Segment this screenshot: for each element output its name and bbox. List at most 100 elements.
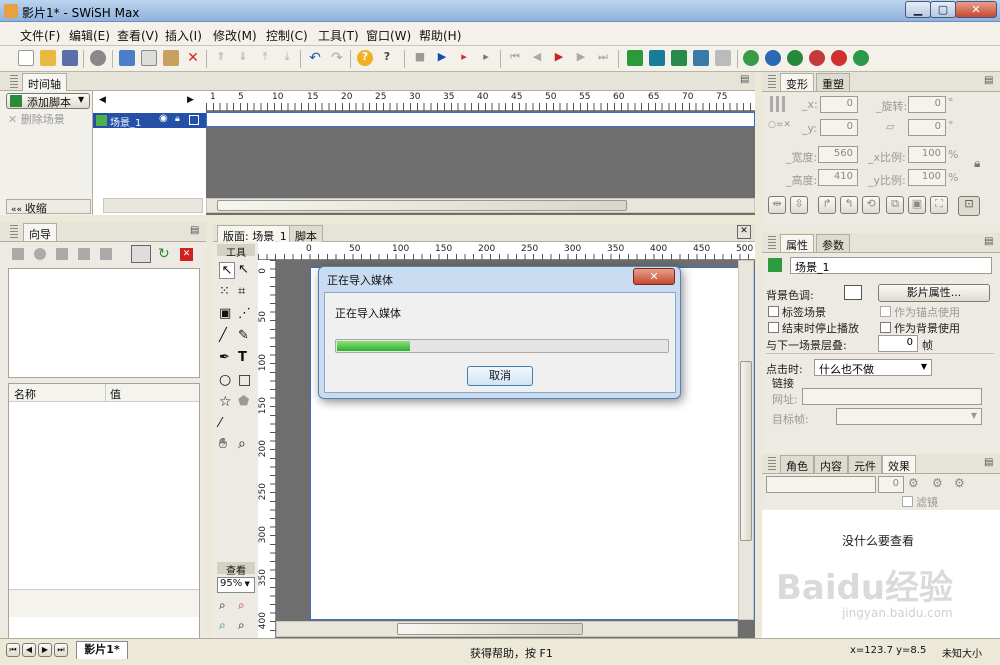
wizard-properties-table[interactable]: 名称 值 <box>8 383 200 639</box>
panel-grip[interactable] <box>10 75 18 89</box>
wizard-copy-icon[interactable] <box>100 248 112 260</box>
open-icon[interactable] <box>40 50 56 66</box>
menu-tools[interactable]: 工具(T) <box>318 27 359 44</box>
document-tab[interactable]: 影片1* <box>76 641 128 659</box>
effect-blur-icon[interactable] <box>831 50 847 66</box>
current-frame-icon[interactable]: ▶ <box>551 50 567 66</box>
stage-vscroll-thumb[interactable] <box>740 361 752 541</box>
wizard-shape-icon[interactable] <box>34 248 46 260</box>
insert-scene-icon[interactable] <box>627 50 643 66</box>
close-stage-icon[interactable]: ✕ <box>737 225 751 239</box>
filter-checkbox[interactable] <box>902 496 913 507</box>
cancel-button[interactable]: 取消 <box>467 366 533 386</box>
flip-h-icon[interactable]: ⇹ <box>768 196 786 214</box>
reshape-tool-icon[interactable]: ⌗ <box>238 284 245 299</box>
anchor-checkbox[interactable] <box>880 306 891 317</box>
menu-window[interactable]: 窗口(W) <box>366 27 411 44</box>
wizard-group-icon[interactable] <box>56 248 68 260</box>
panel-menu-icon[interactable]: ▤ <box>190 225 199 236</box>
effect-move-icon[interactable] <box>853 50 869 66</box>
tab-reshape[interactable]: 重塑 <box>816 73 850 91</box>
scroll-left-icon[interactable]: ◀ <box>99 95 106 105</box>
tab-transform[interactable]: 变形 <box>780 73 814 91</box>
rotate-cw-icon[interactable]: ↱ <box>818 196 836 214</box>
zoom-out-icon[interactable]: ⌕ <box>238 618 245 633</box>
eye-icon[interactable]: ◉ <box>159 113 168 124</box>
new-icon[interactable] <box>18 50 34 66</box>
move-up-icon[interactable]: ⇑ <box>213 50 229 66</box>
bg-color-swatch[interactable] <box>844 285 862 300</box>
rotate-ccw-icon[interactable]: ↰ <box>840 196 858 214</box>
collapse-button[interactable]: «« 收缩 <box>6 199 91 215</box>
context-help-icon[interactable]: ? <box>379 50 395 66</box>
fit-transform-icon[interactable]: ⛶ <box>930 196 948 214</box>
eyedropper-tool-icon[interactable]: ⁄ <box>219 416 221 431</box>
panel-grip[interactable] <box>768 75 776 89</box>
send-back-icon[interactable]: ⤓ <box>279 50 295 66</box>
cut-icon[interactable] <box>119 50 135 66</box>
play-timeline-icon[interactable]: ▸ <box>456 50 472 66</box>
on-click-select[interactable]: 什么也不做 ▼ <box>814 359 932 376</box>
scroll-right-icon[interactable]: ▶ <box>187 95 194 105</box>
next-tab-icon[interactable]: ▶ <box>38 643 52 657</box>
copy-transform-icon[interactable]: ⧉ <box>886 196 904 214</box>
stage-hscrollbar[interactable] <box>276 621 738 637</box>
effect-remove-icon[interactable]: ⚙ <box>954 476 965 490</box>
panel-grip[interactable] <box>10 225 18 239</box>
bring-front-icon[interactable]: ⤒ <box>257 50 273 66</box>
stage-hscroll-thumb[interactable] <box>397 623 583 635</box>
scene-name-field[interactable]: 场景_1 <box>790 257 992 274</box>
first-tab-icon[interactable]: ⏮ <box>6 643 20 657</box>
line-tool-icon[interactable]: ╱ <box>219 328 227 343</box>
panel-menu-icon[interactable]: ▤ <box>984 457 993 468</box>
x-field[interactable]: 0 <box>820 96 858 113</box>
skew-field[interactable]: 0 <box>908 119 946 136</box>
bounding-box-icon[interactable]: ⊡ <box>958 196 980 216</box>
height-field[interactable]: 410 <box>818 169 858 186</box>
width-field[interactable]: 560 <box>818 146 858 163</box>
first-frame-icon[interactable]: ⏮ <box>507 50 523 66</box>
xscale-field[interactable]: 100 <box>908 146 946 163</box>
close-button[interactable]: ✕ <box>955 1 997 18</box>
delete-icon[interactable]: ✕ <box>185 50 201 66</box>
menu-control[interactable]: 控制(C) <box>266 27 308 44</box>
dialog-close-button[interactable]: ✕ <box>633 268 675 285</box>
tab-content[interactable]: 内容 <box>814 455 848 473</box>
label-scene-checkbox[interactable] <box>768 306 779 317</box>
delete-scene-button[interactable]: ✕ 删除场景 <box>8 111 65 127</box>
lock-ratio-icon[interactable]: 🔒︎ <box>974 156 980 171</box>
wizard-delete-icon[interactable]: ✕ <box>180 248 193 261</box>
save-icon[interactable] <box>62 50 78 66</box>
menu-file[interactable]: 文件(F) <box>20 27 60 44</box>
menu-insert[interactable]: 插入(I) <box>165 27 202 44</box>
paste-icon[interactable] <box>163 50 179 66</box>
subselect-tool-icon[interactable]: ↖ <box>238 262 249 277</box>
layer-scrollbar[interactable] <box>103 198 203 213</box>
copy-icon[interactable] <box>141 50 157 66</box>
menu-edit[interactable]: 编辑(E) <box>69 27 110 44</box>
next-frame-icon[interactable]: ▶ <box>573 50 589 66</box>
refresh-icon[interactable]: ↻ <box>158 246 170 262</box>
effect-settings-icon[interactable]: ⚙ <box>932 476 943 490</box>
tab-wizard[interactable]: 向导 <box>23 223 57 241</box>
prev-frame-icon[interactable]: ◀ <box>529 50 545 66</box>
wizard-sprite-icon[interactable] <box>78 248 90 260</box>
insert-button-icon[interactable] <box>693 50 709 66</box>
tab-character[interactable]: 角色 <box>780 455 814 473</box>
pencil-tool-icon[interactable]: ✎ <box>238 328 249 343</box>
y-field[interactable]: 0 <box>820 119 858 136</box>
panel-menu-icon[interactable]: ▤ <box>984 75 993 86</box>
zoom-tool-icon[interactable]: ⌕ <box>238 436 246 452</box>
stop-at-end-checkbox[interactable] <box>768 322 779 333</box>
tab-component[interactable]: 元件 <box>848 455 882 473</box>
tab-parameters[interactable]: 参数 <box>816 234 850 252</box>
url-field[interactable] <box>802 388 982 405</box>
outline-icon[interactable] <box>189 115 199 125</box>
yscale-field[interactable]: 100 <box>908 169 946 186</box>
move-down-icon[interactable]: ⇓ <box>235 50 251 66</box>
effect-frames-field[interactable]: 0 <box>878 476 904 493</box>
motion-path-icon[interactable]: ⋰ <box>238 306 251 321</box>
effect-explode-icon[interactable] <box>809 50 825 66</box>
play-effect-icon[interactable]: ▸ <box>478 50 494 66</box>
insert-text-icon[interactable] <box>671 50 687 66</box>
